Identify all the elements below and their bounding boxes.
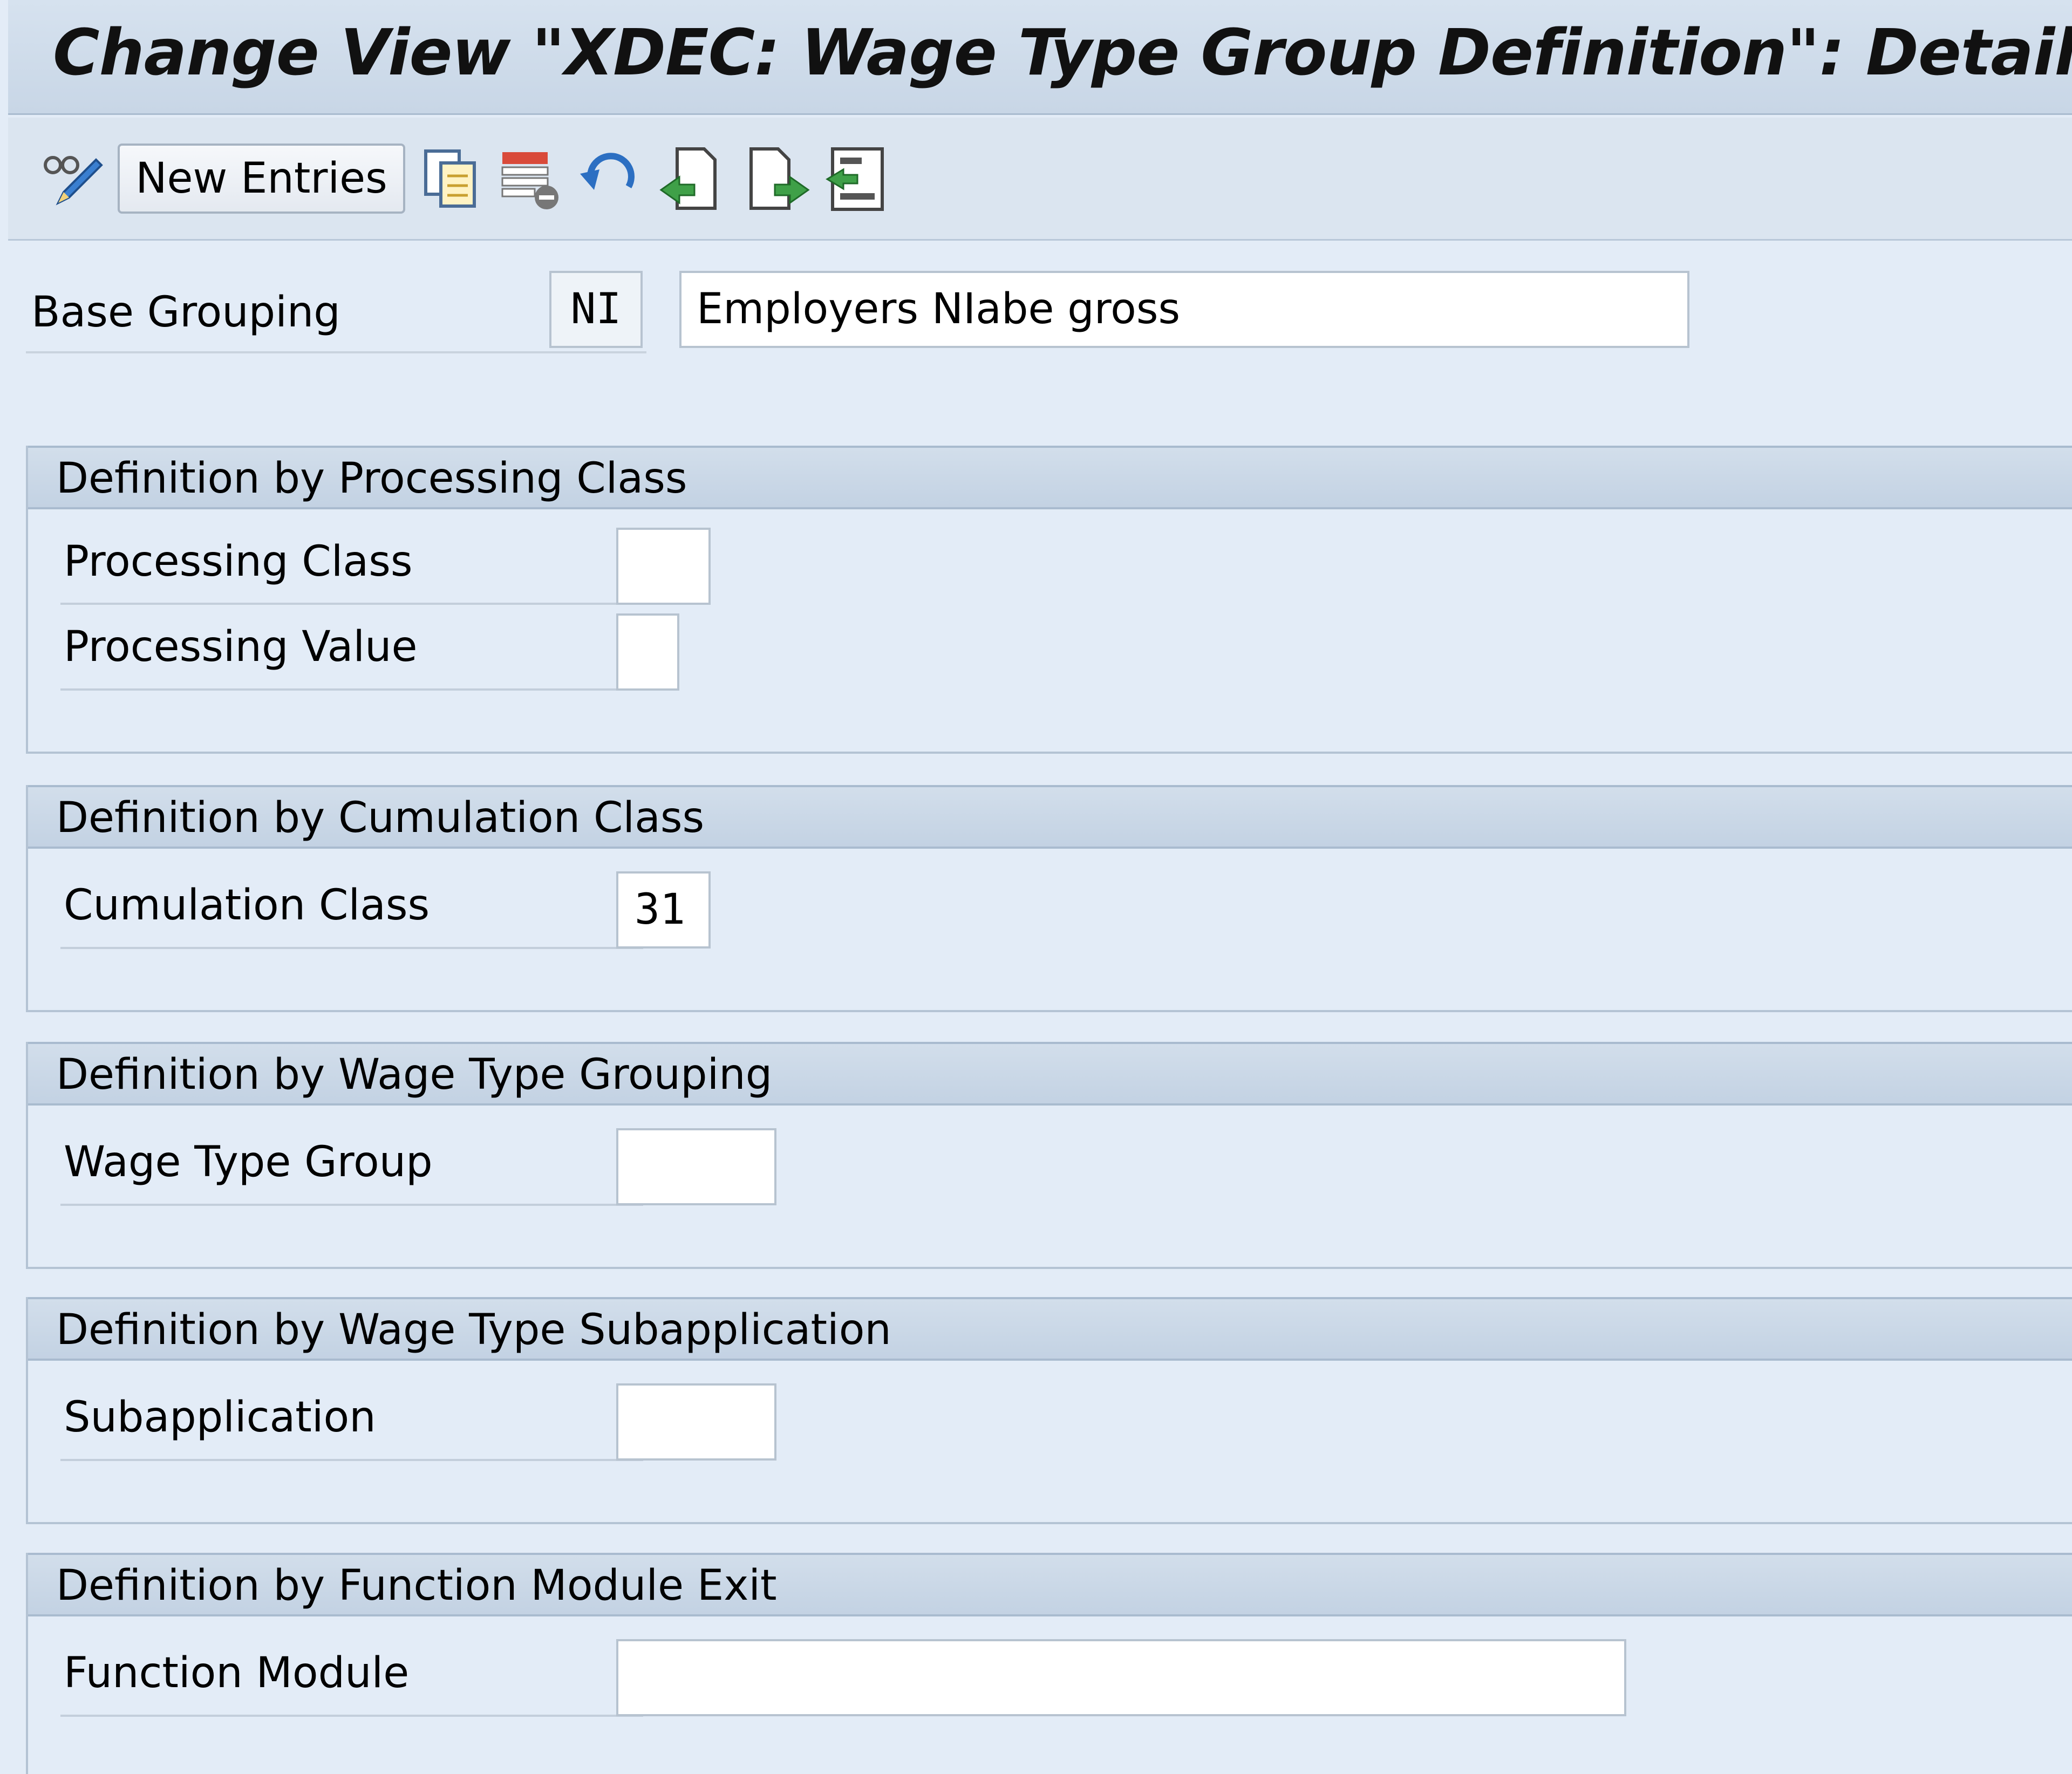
processing-class-label: Processing Class xyxy=(64,537,413,586)
page-title: Change View "XDEC: Wage Type Group Defin… xyxy=(53,15,2072,90)
wage-type-grouping-section: Definition by Wage Type Grouping Wage Ty… xyxy=(26,1042,2072,1269)
processing-value-field[interactable] xyxy=(616,613,679,691)
subapplication-field[interactable] xyxy=(616,1383,776,1461)
cumulation-class-label: Cumulation Class xyxy=(64,881,430,930)
section-header: Definition by Cumulation Class xyxy=(28,785,2072,849)
processing-value-label: Processing Value xyxy=(64,623,418,671)
section-header: Definition by Wage Type Grouping xyxy=(28,1042,2072,1106)
base-grouping-code-field[interactable]: NI xyxy=(549,271,643,348)
section-title: Definition by Cumulation Class xyxy=(56,794,705,842)
base-grouping-label: Base Grouping xyxy=(31,288,340,337)
cumulation-class-section: Definition by Cumulation Class Cumulatio… xyxy=(26,785,2072,1012)
divider xyxy=(60,603,643,605)
wage-type-group-label: Wage Type Group xyxy=(64,1138,433,1186)
undo-icon[interactable] xyxy=(575,144,645,214)
new-entries-button[interactable]: New Entries xyxy=(118,144,405,214)
section-header: Definition by Function Module Exit xyxy=(28,1553,2072,1616)
previous-entry-icon[interactable] xyxy=(656,144,726,214)
copy-icon[interactable] xyxy=(416,144,486,214)
delete-icon[interactable] xyxy=(495,144,565,214)
function-module-label: Function Module xyxy=(64,1649,410,1697)
section-header: Definition by Processing Class xyxy=(28,446,2072,509)
section-title: Definition by Processing Class xyxy=(56,454,687,503)
section-title: Definition by Wage Type Subapplication xyxy=(56,1306,891,1354)
divider xyxy=(60,947,643,949)
section-title: Definition by Function Module Exit xyxy=(56,1561,777,1610)
divider xyxy=(60,1204,643,1206)
display-change-icon[interactable] xyxy=(37,144,107,214)
function-module-field[interactable] xyxy=(616,1639,1626,1716)
divider xyxy=(60,1715,643,1717)
title-bar: Change View "XDEC: Wage Type Group Defin… xyxy=(8,0,2072,115)
processing-class-section: Definition by Processing Class Processin… xyxy=(26,446,2072,754)
wage-type-group-field[interactable] xyxy=(616,1128,776,1205)
base-grouping-description-field[interactable]: Employers NIabe gross xyxy=(679,271,1689,348)
function-module-exit-section: Definition by Function Module Exit Funct… xyxy=(26,1553,2072,1774)
select-all-icon[interactable] xyxy=(822,144,892,214)
section-header: Definition by Wage Type Subapplication xyxy=(28,1297,2072,1361)
subapplication-label: Subapplication xyxy=(64,1393,376,1442)
divider xyxy=(60,1459,643,1461)
wage-type-subapplication-section: Definition by Wage Type Subapplication S… xyxy=(26,1297,2072,1524)
section-title: Definition by Wage Type Grouping xyxy=(56,1050,773,1099)
cumulation-class-field[interactable]: 31 xyxy=(616,871,711,949)
next-entry-icon[interactable] xyxy=(744,144,814,214)
divider xyxy=(60,688,643,691)
processing-class-field[interactable] xyxy=(616,528,711,605)
toolbar: New Entries xyxy=(8,118,2072,241)
